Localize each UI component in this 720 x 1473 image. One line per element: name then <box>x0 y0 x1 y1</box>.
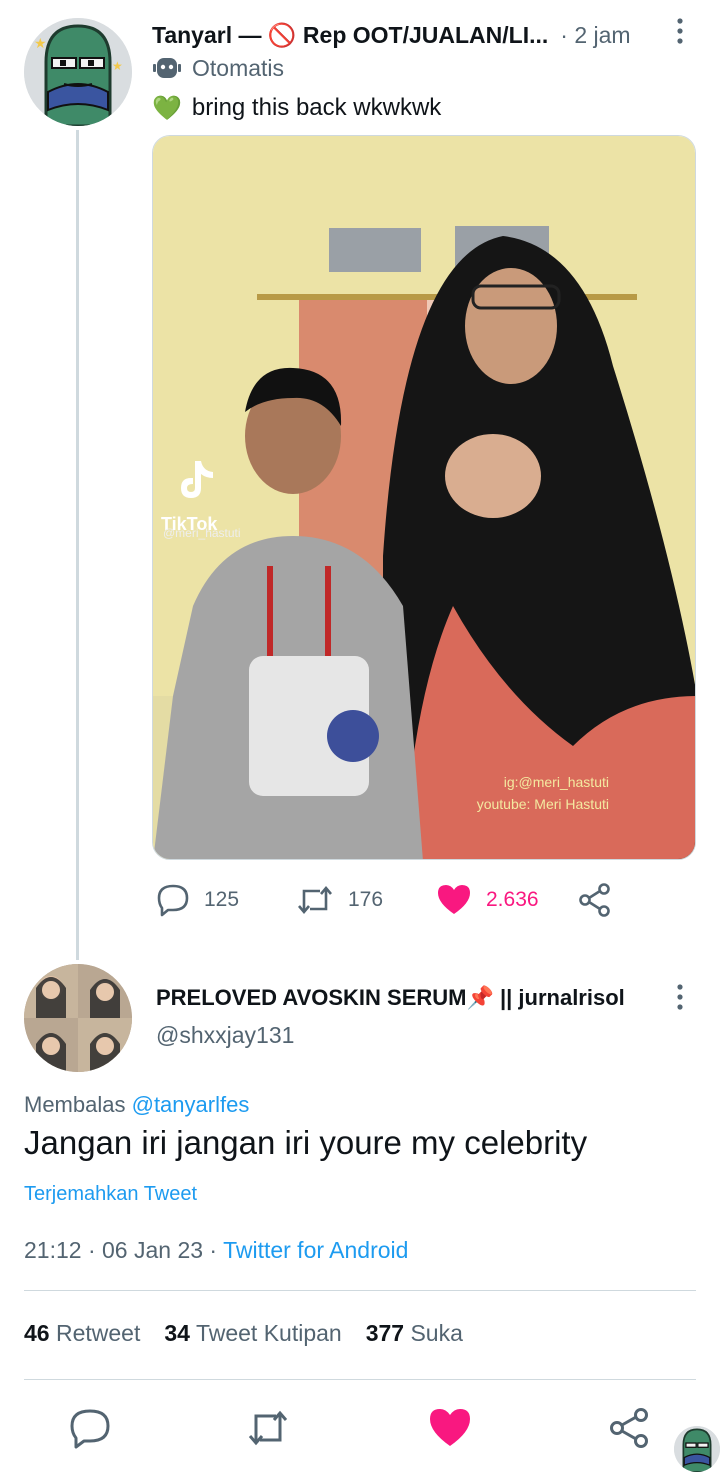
display-name[interactable]: Tanyarl — 🚫 Rep OOT/JUALAN/LI... <box>152 22 548 49</box>
retweet-count: 176 <box>348 888 384 911</box>
replying-to: Membalas @tanyarlfes <box>24 1092 249 1118</box>
watermark-youtube: youtube: Meri Hastuti <box>476 796 609 812</box>
translate-link[interactable]: Terjemahkan Tweet <box>24 1183 197 1206</box>
tiktok-handle: @meri_hastuti <box>163 526 241 540</box>
svg-text:★: ★ <box>112 59 123 73</box>
tweet-body: bring this back wkwkwk <box>191 94 442 121</box>
reply-button[interactable]: 125 <box>156 880 239 920</box>
divider <box>24 1290 696 1291</box>
source-link[interactable]: Twitter for Android <box>223 1237 408 1263</box>
more-vertical-icon[interactable] <box>670 982 690 1012</box>
likes-stat[interactable]: 377 Suka <box>366 1320 463 1347</box>
thread-line <box>76 130 79 960</box>
more-vertical-icon[interactable] <box>670 16 690 46</box>
retweets-count: 46 <box>24 1320 50 1346</box>
timestamp[interactable]: 21:12 · 06 Jan 23 · <box>24 1237 217 1263</box>
replying-to-link[interactable]: @tanyarlfes <box>132 1092 250 1117</box>
like-icon <box>438 885 470 914</box>
share-icon[interactable] <box>578 882 612 918</box>
likes-label: Suka <box>410 1320 463 1346</box>
reply-icon <box>157 884 189 917</box>
like-icon[interactable] <box>428 1406 472 1450</box>
avatar[interactable]: ★ ★ <box>24 18 132 126</box>
watermark-ig: ig:@meri_hastuti <box>503 774 609 790</box>
automated-text: Otomatis <box>192 54 285 81</box>
green-heart-emoji: 💚 <box>152 94 182 122</box>
username[interactable]: @shxxjay131 <box>156 1022 294 1049</box>
retweet-icon[interactable] <box>246 1406 290 1450</box>
retweet-icon <box>298 885 332 915</box>
avatar[interactable] <box>24 964 132 1072</box>
tweet-stats: 46 Retweet 34 Tweet Kutipan 377 Suka <box>24 1320 487 1347</box>
timestamp[interactable]: · 2 jam <box>560 22 630 49</box>
replying-prefix: Membalas <box>24 1092 126 1117</box>
tweet-body: Jangan iri jangan iri youre my celebrity <box>24 1124 588 1161</box>
tweet-meta: 21:12 · 06 Jan 23 · Twitter for Android <box>24 1237 408 1264</box>
share-icon[interactable] <box>608 1406 652 1450</box>
tweet-text: 💚 bring this back wkwkwk <box>152 92 441 124</box>
quotes-stat[interactable]: 34 Tweet Kutipan <box>164 1320 341 1347</box>
quotes-count: 34 <box>164 1320 190 1346</box>
retweets-label: Retweet <box>55 1320 141 1346</box>
like-button[interactable]: 2.636 <box>436 880 539 920</box>
quotes-label: Tweet Kutipan <box>195 1320 342 1346</box>
video-media[interactable]: TikTok @meri_hastuti ig:@meri_hastuti yo… <box>152 135 696 860</box>
likes-count: 377 <box>365 1320 405 1346</box>
retweet-button[interactable]: 176 <box>296 880 383 920</box>
bot-icon <box>153 58 181 78</box>
reply-count: 125 <box>204 888 240 911</box>
automated-label[interactable]: Otomatis <box>152 54 284 82</box>
divider <box>24 1379 696 1380</box>
like-count: 2.636 <box>486 888 539 911</box>
reply-icon[interactable] <box>68 1406 112 1450</box>
svg-text:★: ★ <box>34 35 47 51</box>
tweet-header: Tanyarl — 🚫 Rep OOT/JUALAN/LI... · 2 jam <box>152 18 697 52</box>
retweets-stat[interactable]: 46 Retweet <box>24 1320 140 1347</box>
video-thumbnail <box>153 136 695 859</box>
display-name[interactable]: PRELOVED AVOSKIN SERUM📌 || jurnalrisol <box>156 985 625 1011</box>
account-avatar[interactable] <box>674 1426 720 1472</box>
